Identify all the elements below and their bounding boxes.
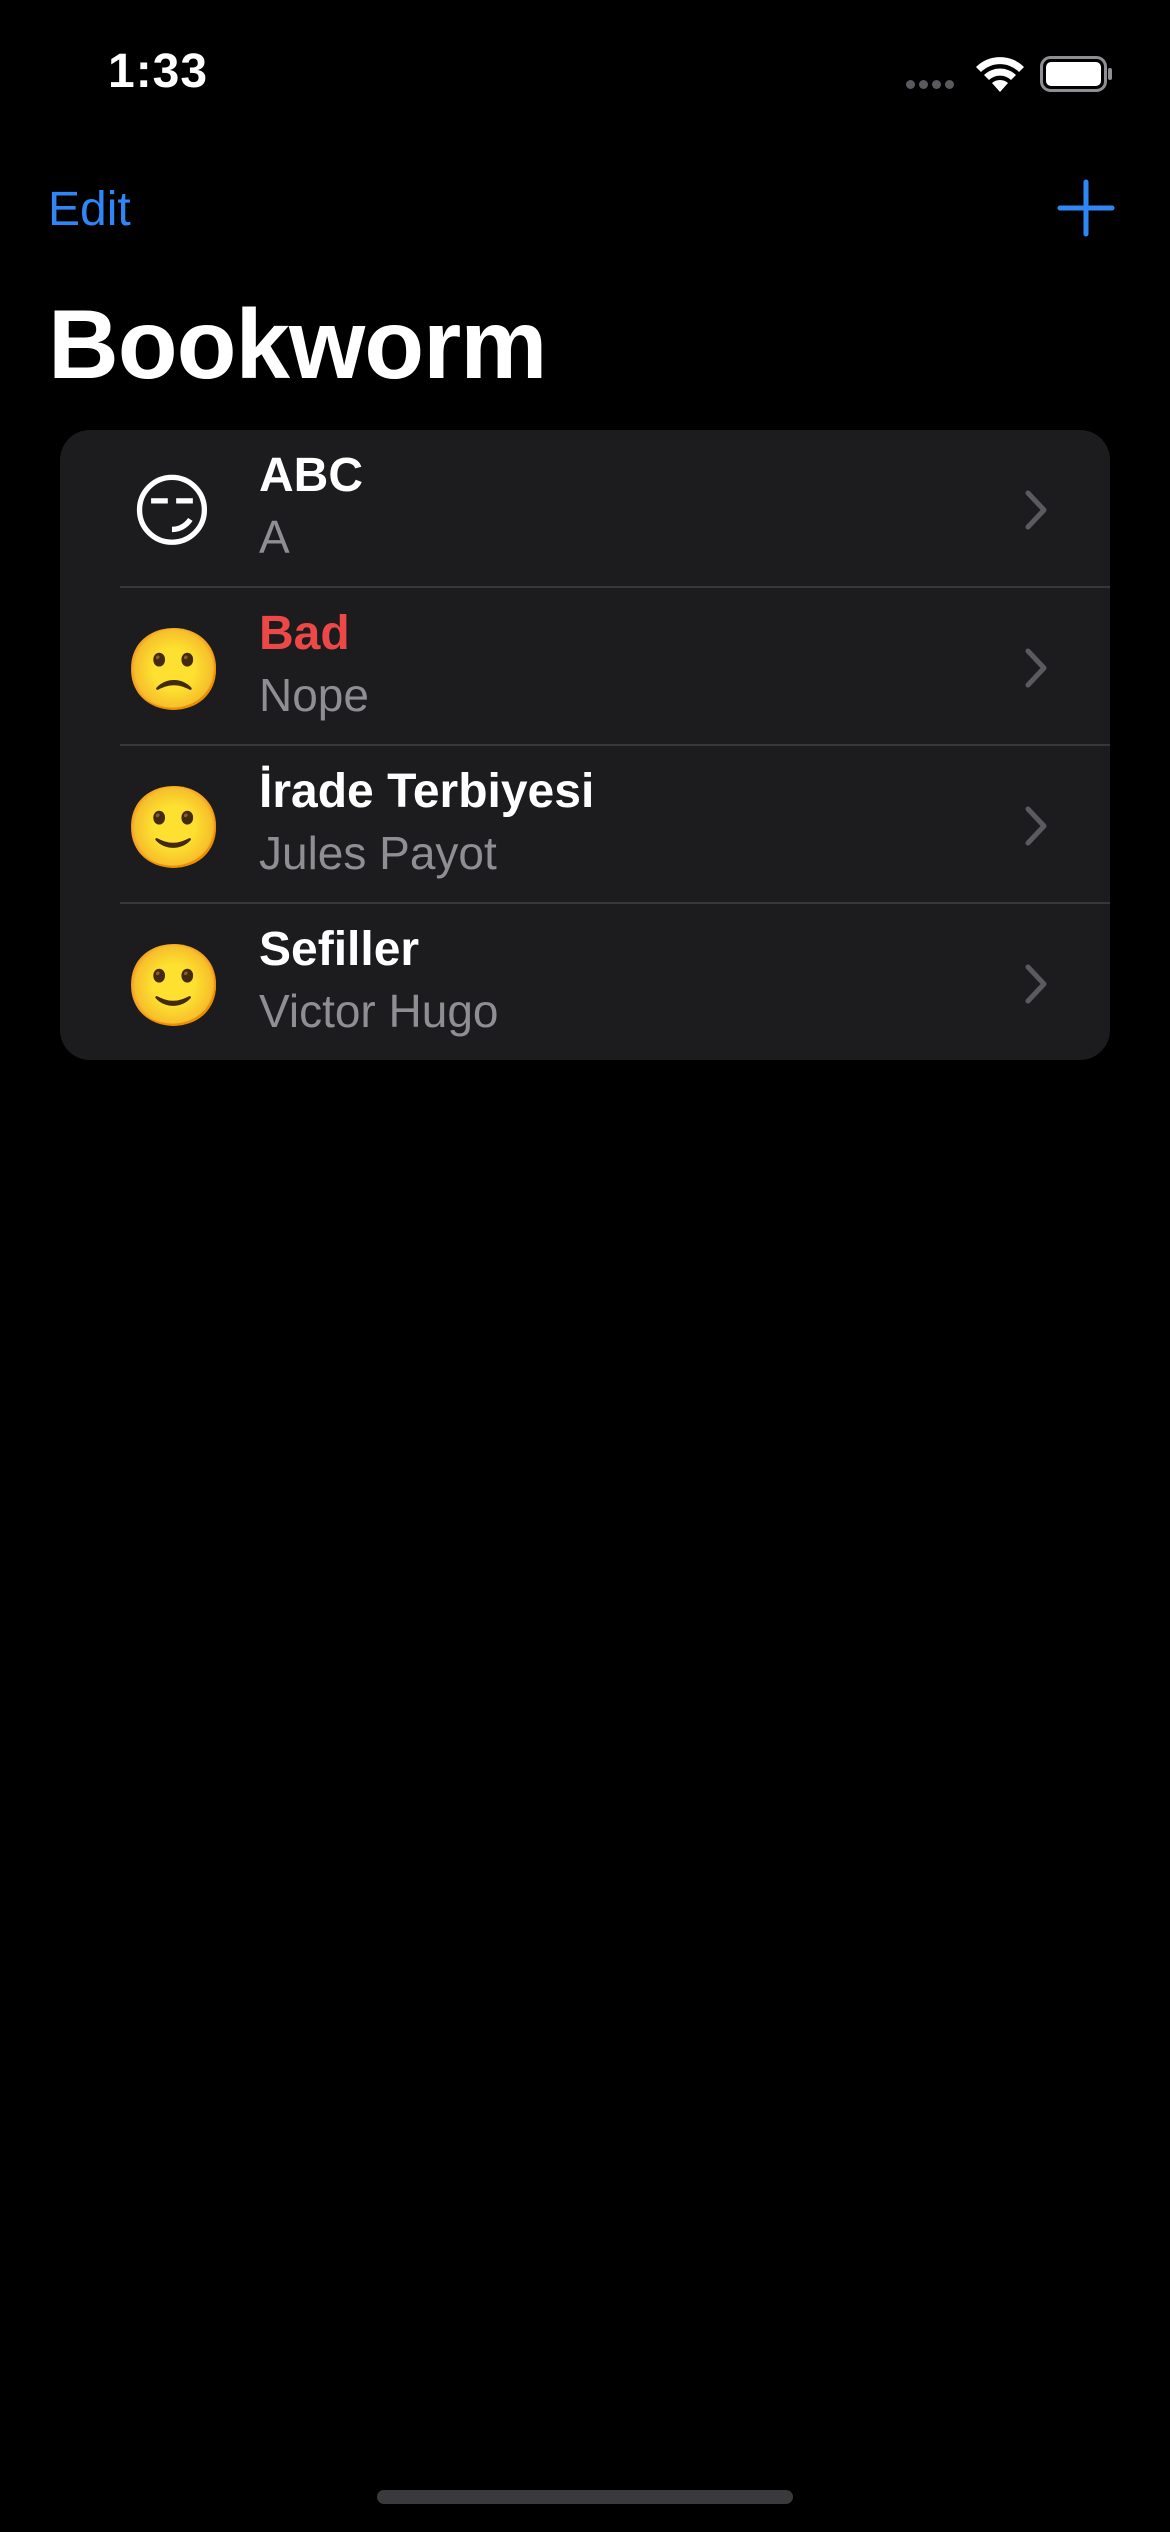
list-item[interactable]: 🙂 İrade Terbiyesi Jules Payot	[60, 746, 1110, 904]
cellular-signal-icon	[906, 80, 958, 92]
list-item[interactable]: 🙁 Bad Nope	[60, 588, 1110, 746]
chevron-right-icon	[1025, 490, 1047, 530]
home-indicator[interactable]	[377, 2490, 793, 2504]
rating-emoji: 😏	[130, 465, 214, 558]
page-title: Bookworm	[48, 289, 547, 399]
book-list: 😏 ABC A 🙁 Bad Nope 🙂 İrade Terbiyesi Jul…	[60, 430, 1110, 1060]
book-title: İrade Terbiyesi	[259, 765, 595, 818]
list-item[interactable]: 🙂 Sefiller Victor Hugo	[60, 904, 1110, 1060]
chevron-right-icon	[1025, 806, 1047, 846]
book-author: Victor Hugo	[259, 985, 499, 1037]
rating-emoji: 🙁	[124, 623, 224, 716]
edit-button[interactable]: Edit	[48, 182, 131, 237]
book-author: A	[259, 511, 290, 563]
book-title: ABC	[259, 449, 363, 502]
status-bar: 1:33	[0, 0, 1170, 150]
status-time: 1:33	[108, 45, 209, 98]
book-author: Nope	[259, 669, 369, 721]
book-title: Sefiller	[259, 923, 420, 976]
plus-icon[interactable]	[1056, 178, 1116, 238]
rating-emoji: 🙂	[124, 781, 224, 874]
book-title: Bad	[259, 607, 350, 660]
list-item[interactable]: 😏 ABC A	[60, 430, 1110, 588]
wifi-icon	[976, 57, 1024, 92]
battery-icon	[1040, 56, 1112, 92]
chevron-right-icon	[1025, 648, 1047, 688]
book-author: Jules Payot	[259, 827, 497, 879]
rating-emoji: 🙂	[124, 939, 224, 1032]
chevron-right-icon	[1025, 964, 1047, 1004]
